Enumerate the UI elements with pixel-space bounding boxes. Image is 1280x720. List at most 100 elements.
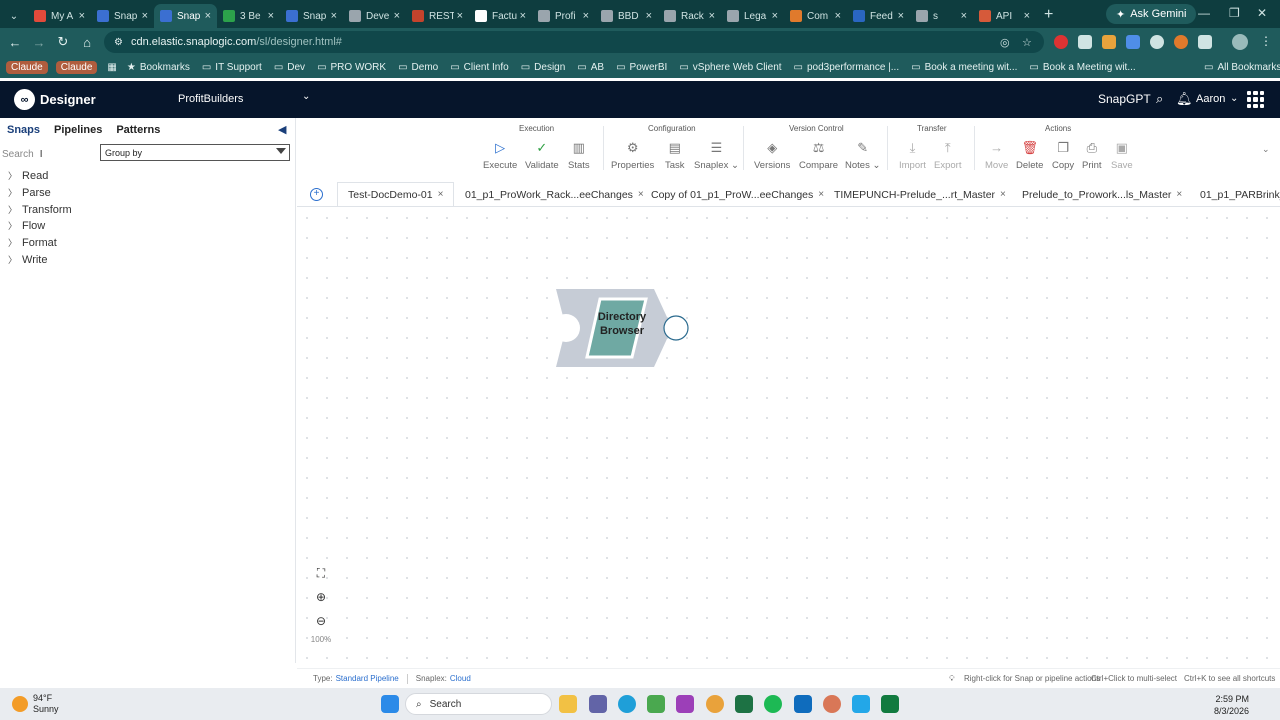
bookmark-item[interactable]: ▭ PowerBI <box>616 62 667 73</box>
bookmark-claude[interactable]: Claude <box>55 60 98 74</box>
bookmark-item[interactable]: ▭ IT Support <box>202 62 262 73</box>
group-by-select[interactable]: Group by <box>100 144 290 161</box>
app-launcher-icon[interactable] <box>1247 91 1264 108</box>
edge-icon[interactable] <box>618 695 636 713</box>
output-port[interactable] <box>663 315 689 341</box>
extension-icon[interactable] <box>1174 35 1188 49</box>
close-tab-icon[interactable]: × <box>818 189 824 200</box>
snaplex-link[interactable]: Cloud <box>450 674 471 683</box>
eye-off-icon[interactable]: ◎ <box>1000 36 1010 49</box>
move-button[interactable]: → Move <box>985 140 1008 171</box>
menu-kebab-icon[interactable]: ⋮ <box>1260 34 1272 48</box>
close-tab-icon[interactable]: × <box>1024 10 1030 22</box>
execute-button[interactable]: ▷ Execute <box>483 140 517 171</box>
app-icon[interactable] <box>647 695 665 713</box>
app-icon[interactable] <box>676 695 694 713</box>
pipeline-type-link[interactable]: Standard Pipeline <box>336 674 399 683</box>
user-menu[interactable]: Aaron <box>1196 93 1225 105</box>
close-tab-icon[interactable]: × <box>1000 189 1006 200</box>
bookmark-item[interactable]: ▭ AB <box>577 62 604 73</box>
properties-button[interactable]: ⚙ Properties <box>611 140 654 171</box>
category-transform[interactable]: 〉 Transform <box>8 203 72 216</box>
bookmark-item[interactable]: ▭ PRO WORK <box>317 62 386 73</box>
system-clock[interactable]: 2:59 PM 8/3/2026 <box>1214 693 1249 717</box>
fit-screen-icon[interactable]: ⛶ <box>309 561 333 585</box>
extension-icon[interactable] <box>1054 35 1068 49</box>
close-tab-icon[interactable]: × <box>646 10 652 22</box>
collapse-panel-icon[interactable]: ◀ <box>278 123 286 136</box>
claude-icon[interactable] <box>823 695 841 713</box>
pipeline-tab[interactable]: Copy of 01_p1_ProW...eeChanges × <box>651 182 824 206</box>
new-tab-button[interactable]: + <box>1044 6 1053 24</box>
spotify-icon[interactable] <box>764 695 782 713</box>
copy-button[interactable]: ❐ Copy <box>1052 140 1074 171</box>
bell-icon[interactable]: 🔔︎ <box>1176 91 1193 107</box>
file-explorer-icon[interactable] <box>559 695 577 713</box>
excel-icon[interactable] <box>735 695 753 713</box>
notes-button[interactable]: ✎ Notes ⌄ <box>845 140 880 171</box>
vscode-icon[interactable] <box>852 695 870 713</box>
windows-start-icon[interactable] <box>381 695 399 713</box>
browser-tab[interactable]: Snap × <box>280 4 343 28</box>
profile-avatar[interactable] <box>1232 34 1248 50</box>
category-read[interactable]: 〉 Read <box>8 169 48 182</box>
close-tab-icon[interactable]: × <box>709 10 715 22</box>
versions-button[interactable]: ◈ Versions <box>754 140 790 171</box>
all-bookmarks[interactable]: ▭ All Bookmarks <box>1204 62 1280 73</box>
pipeline-tab[interactable]: 01_p1_PARBrink_P <box>1200 182 1280 206</box>
forward-icon[interactable]: → <box>27 35 51 50</box>
close-tab-icon[interactable]: × <box>438 189 444 200</box>
browser-tab[interactable]: Snap × <box>154 4 217 28</box>
bookmark-item[interactable]: ▭ Demo <box>398 62 438 73</box>
reload-icon[interactable]: ↻ <box>51 34 75 50</box>
taskbar-search[interactable]: ⌕ Search <box>405 693 552 715</box>
tab-pipelines[interactable]: Pipelines <box>54 118 102 140</box>
close-tab-icon[interactable]: × <box>772 10 778 22</box>
close-tab-icon[interactable]: × <box>394 10 400 22</box>
browser-tab[interactable]: BBD × <box>595 4 658 28</box>
back-icon[interactable]: ← <box>3 35 27 50</box>
bookmark-item[interactable]: ▭ Dev <box>274 62 305 73</box>
browser-tab[interactable]: s × <box>910 4 973 28</box>
outlook-icon[interactable] <box>794 695 812 713</box>
apps-grid-icon[interactable]: ▦ <box>107 62 116 73</box>
close-tab-icon[interactable]: × <box>638 189 644 200</box>
pipeline-tab[interactable]: 01_p1_ProWork_Rack...eeChanges × <box>465 182 644 206</box>
close-window-icon[interactable]: ✕ <box>1257 6 1267 20</box>
chrome-icon[interactable] <box>706 695 724 713</box>
toolbar-expand-chevron-icon[interactable]: ⌄ <box>1262 144 1270 155</box>
bookmark-item[interactable]: ▭ Book a meeting wit... <box>911 62 1017 73</box>
close-tab-icon[interactable]: × <box>835 10 841 22</box>
browser-tab[interactable]: Deve × <box>343 4 406 28</box>
import-button[interactable]: ⤓ Import <box>899 140 926 171</box>
extension-icon[interactable] <box>1102 35 1116 49</box>
print-button[interactable]: ⎙ Print <box>1082 140 1102 171</box>
browser-tab[interactable]: Snap × <box>91 4 154 28</box>
browser-tab[interactable]: Lega × <box>721 4 784 28</box>
bookmark-item[interactable]: ▭ Book a Meeting wit... <box>1029 62 1135 73</box>
browser-tab[interactable]: REST × <box>406 4 469 28</box>
task-button[interactable]: ▤ Task <box>665 140 685 171</box>
browser-tab[interactable]: Profi × <box>532 4 595 28</box>
browser-tab[interactable]: Feed × <box>847 4 910 28</box>
close-tab-icon[interactable]: × <box>457 10 463 22</box>
app-icon[interactable] <box>881 695 899 713</box>
browser-tab[interactable]: 3 Be × <box>217 4 280 28</box>
snaplex-button[interactable]: ☰ Snaplex ⌄ <box>694 140 739 171</box>
weather-widget[interactable]: 94°F Sunny <box>12 693 59 715</box>
browser-tab[interactable]: My A × <box>28 4 91 28</box>
stats-button[interactable]: ▥ Stats <box>568 140 590 171</box>
bookmark-item[interactable]: ▭ Design <box>521 62 566 73</box>
browser-tab[interactable]: Factu × <box>469 4 532 28</box>
home-icon[interactable]: ⌂ <box>75 35 99 50</box>
category-write[interactable]: 〉 Write <box>8 253 47 266</box>
search-icon[interactable]: ⌕ <box>1156 91 1163 107</box>
restore-icon[interactable]: ❐ <box>1229 6 1240 20</box>
tab-search-chevron-icon[interactable]: ⌄ <box>4 6 24 26</box>
zoom-out-icon[interactable]: ⊖ <box>309 609 333 633</box>
pipeline-tab[interactable]: TIMEPUNCH-Prelude_...rt_Master × <box>834 182 1006 206</box>
close-tab-icon[interactable]: × <box>898 10 904 22</box>
tab-snaps[interactable]: Snaps <box>7 118 40 140</box>
browser-tab[interactable]: Rack × <box>658 4 721 28</box>
close-tab-icon[interactable]: × <box>331 10 337 22</box>
